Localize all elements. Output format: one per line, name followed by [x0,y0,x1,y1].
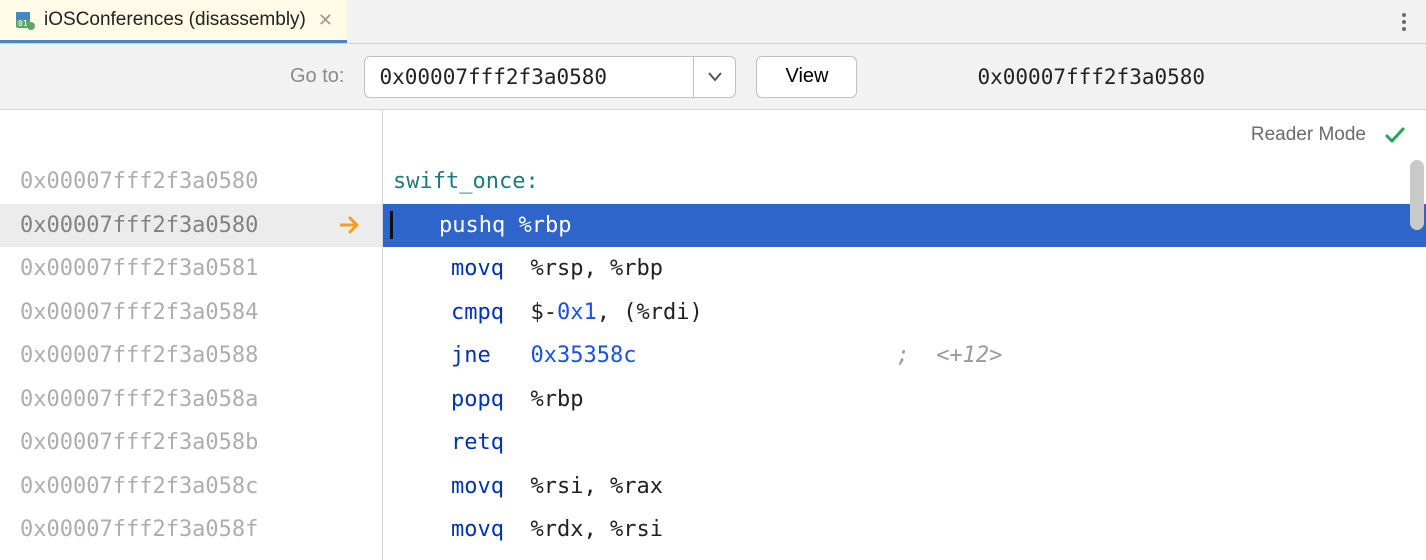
more-actions-icon[interactable] [1382,0,1426,43]
code-line: jne 0x35358c; <+12> [383,334,1426,378]
code-line: movq %rsp, %rbp [383,247,1426,291]
code-line: retq [383,421,1426,465]
code-panel: Reader Mode swift_once:pushq %rbpmovq %r… [383,110,1426,560]
current-line-arrow-icon [340,216,362,234]
disasm-toolbar: Go to: View 0x00007fff2f3a0580 [0,44,1426,110]
gutter-row[interactable]: 0x00007fff2f3a0588 [0,334,382,378]
tab-title: iOSConferences (disassembly) [44,9,306,31]
gutter-row[interactable]: 0x00007fff2f3a0581 [0,247,382,291]
code-lines[interactable]: swift_once:pushq %rbpmovq %rsp, %rbpcmpq… [383,160,1426,560]
address-gutter: 0x00007fff2f3a05800x00007fff2f3a05800x00… [0,110,383,560]
gutter-row[interactable]: 0x00007fff2f3a0580 [0,160,382,204]
code-label: swift_once: [383,160,1426,204]
tab-bar: 01 iOSConferences (disassembly) ✕ [0,0,1426,44]
gutter-row[interactable]: 0x00007fff2f3a058b [0,421,382,465]
code-topbar: Reader Mode [383,110,1426,160]
reader-mode-toggle[interactable]: Reader Mode [1251,124,1366,146]
vertical-scrollbar[interactable] [1410,160,1424,230]
code-line: movq %rdx, %rsi [383,508,1426,552]
code-line: cmpq $-0x1, (%rdi) [383,291,1426,335]
gutter-row[interactable]: 0x00007fff2f3a0584 [0,291,382,335]
tab-bar-spacer [347,0,1382,43]
gutter-row[interactable]: 0x00007fff2f3a058a [0,378,382,422]
view-button[interactable]: View [756,56,857,98]
code-line: popq %rbp [383,378,1426,422]
gutter-row[interactable]: 0x00007fff2f3a058f [0,508,382,552]
binary-file-icon: 01 [14,9,36,31]
gutter-row[interactable]: 0x00007fff2f3a0580 [0,204,382,248]
current-address-display: 0x00007fff2f3a0580 [977,65,1205,89]
tab-disassembly[interactable]: 01 iOSConferences (disassembly) ✕ [0,0,347,43]
gutter-row[interactable]: 0x00007fff2f3a058c [0,465,382,509]
close-icon[interactable]: ✕ [314,10,333,31]
code-line: pushq %rbp [383,204,1426,248]
svg-text:01: 01 [18,19,28,28]
goto-label: Go to: [290,65,344,88]
check-icon [1384,124,1406,146]
goto-dropdown-button[interactable] [694,56,736,98]
main-split: 0x00007fff2f3a05800x00007fff2f3a05800x00… [0,110,1426,560]
code-line: movq %rsi, %rax [383,465,1426,509]
chevron-down-icon [708,72,722,82]
goto-input[interactable] [364,56,694,98]
goto-field [364,56,736,98]
text-caret [390,211,393,239]
